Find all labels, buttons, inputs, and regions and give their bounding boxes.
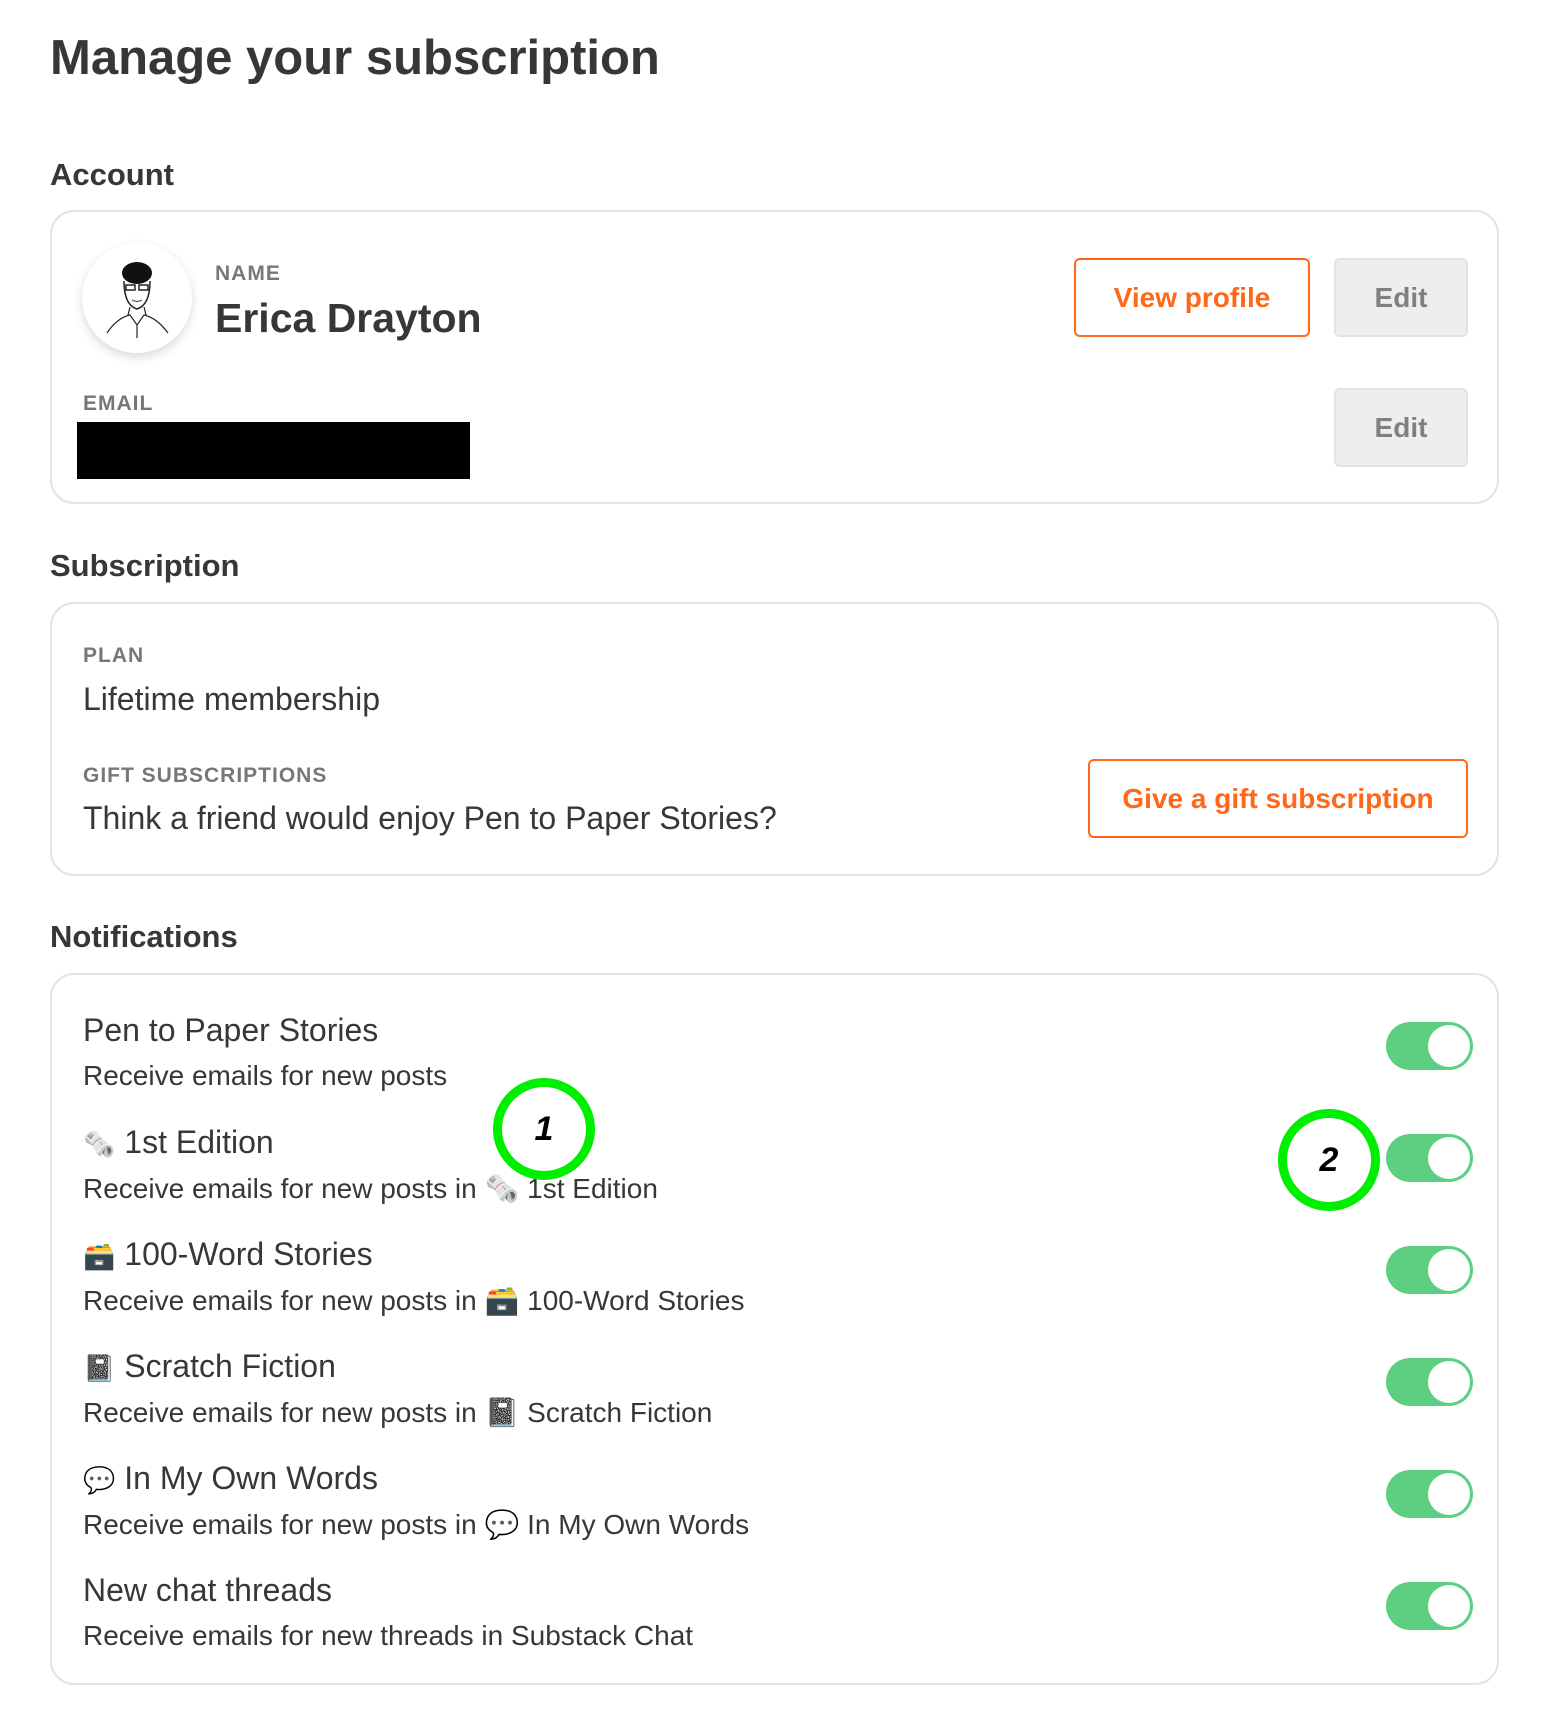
notification-row: New chat threads Receive emails for new t… <box>83 1572 1473 1672</box>
notification-row: 🗞️ 1st Edition Receive emails for new pos… <box>83 1124 1473 1224</box>
gift-text: Think a friend would enjoy Pen to Paper … <box>83 800 777 836</box>
notification-toggle[interactable] <box>1386 1470 1473 1518</box>
notification-subtitle: Receive emails for new posts in 🗞️ 1st E… <box>83 1173 658 1204</box>
notification-title-text: Scratch Fiction <box>124 1348 336 1384</box>
plan-value: Lifetime membership <box>83 681 380 717</box>
notification-title: Pen to Paper Stories <box>83 1012 378 1049</box>
annotation-label: 1 <box>534 1109 554 1148</box>
notification-title: 🗃️ 100-Word Stories <box>83 1236 373 1273</box>
give-gift-button[interactable]: Give a gift subscription <box>1088 759 1468 838</box>
edit-name-button[interactable]: Edit <box>1334 258 1468 337</box>
notification-toggle[interactable] <box>1386 1134 1473 1182</box>
notification-title-text: 100-Word Stories <box>124 1236 373 1272</box>
notification-title-text: New chat threads <box>83 1572 333 1608</box>
notification-row: Pen to Paper Stories Receive emails for n… <box>83 1012 1473 1112</box>
notification-title-text: Pen to Paper Stories <box>83 1012 379 1048</box>
notification-title: New chat threads <box>83 1572 332 1609</box>
toggle-knob <box>1428 1585 1470 1627</box>
notification-subtitle: Receive emails for new posts in 🗃️ 100-W… <box>83 1285 745 1316</box>
notification-title-text: In My Own Words <box>124 1460 378 1496</box>
notification-title: 💬 In My Own Words <box>83 1460 378 1497</box>
publication-emoji-icon: 📓 <box>83 1353 116 1383</box>
publication-emoji-icon: 🗃️ <box>83 1241 116 1271</box>
edit-email-button[interactable]: Edit <box>1334 388 1468 467</box>
notification-title-text: 1st Edition <box>124 1124 274 1160</box>
notification-subtitle: Receive emails for new posts <box>83 1060 448 1091</box>
publication-emoji-icon: 🗞️ <box>83 1129 116 1159</box>
avatar <box>82 243 192 353</box>
user-name: Erica Drayton <box>215 295 482 341</box>
annotation-marker-1: 1 <box>493 1078 595 1180</box>
account-heading: Account <box>50 157 174 192</box>
notifications-heading: Notifications <box>50 919 238 954</box>
notification-toggle[interactable] <box>1386 1022 1473 1070</box>
notification-toggle[interactable] <box>1386 1358 1473 1406</box>
toggle-knob <box>1428 1025 1470 1067</box>
notification-toggle[interactable] <box>1386 1582 1473 1630</box>
notification-title: 📓 Scratch Fiction <box>83 1348 336 1385</box>
notification-toggle[interactable] <box>1386 1246 1473 1294</box>
publication-emoji-icon: 💬 <box>83 1465 116 1495</box>
notification-row: 💬 In My Own Words Receive emails for new … <box>83 1460 1473 1560</box>
annotation-marker-2: 2 <box>1278 1109 1380 1211</box>
plan-label: PLAN <box>83 644 145 667</box>
annotation-label: 2 <box>1319 1140 1339 1179</box>
gift-label: GIFT SUBSCRIPTIONS <box>83 764 328 787</box>
name-label: NAME <box>215 262 281 285</box>
notification-row: 📓 Scratch Fiction Receive emails for new … <box>83 1348 1473 1448</box>
email-label: EMAIL <box>83 392 154 415</box>
toggle-knob <box>1428 1473 1470 1515</box>
subscription-heading: Subscription <box>50 548 240 583</box>
view-profile-button[interactable]: View profile <box>1074 258 1310 337</box>
notification-subtitle: Receive emails for new threads in Substa… <box>83 1620 694 1651</box>
avatar-sketch-icon <box>106 262 169 338</box>
page-title: Manage your subscription <box>50 31 660 85</box>
notification-row: 🗃️ 100-Word Stories Receive emails for ne… <box>83 1236 1473 1336</box>
toggle-knob <box>1428 1361 1470 1403</box>
notification-subtitle: Receive emails for new posts in 📓 Scratc… <box>83 1397 713 1428</box>
notification-subtitle: Receive emails for new posts in 💬 In My … <box>83 1509 750 1540</box>
notification-title: 🗞️ 1st Edition <box>83 1124 274 1161</box>
toggle-knob <box>1428 1137 1470 1179</box>
toggle-knob <box>1428 1249 1470 1291</box>
email-redacted <box>77 422 470 479</box>
